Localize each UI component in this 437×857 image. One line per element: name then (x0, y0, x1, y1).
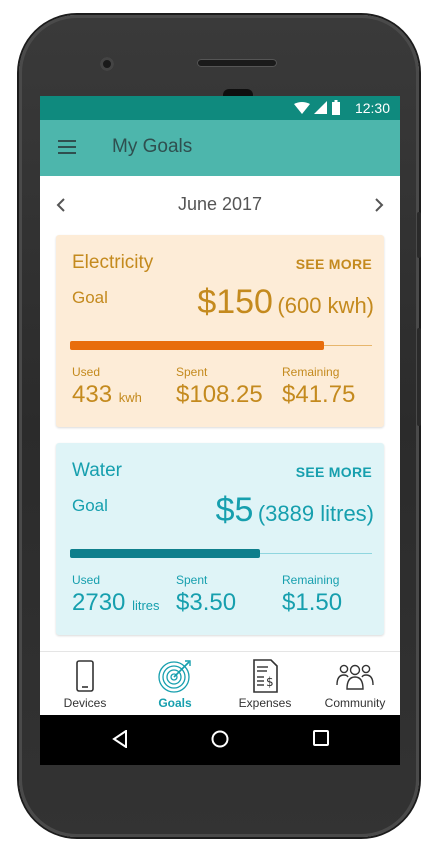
used-stat: Used 433 kwh (72, 365, 142, 409)
card-title: Water (72, 460, 122, 481)
front-camera (100, 57, 114, 71)
spent-value: $108.25 (176, 381, 263, 408)
used-unit: kwh (118, 390, 142, 405)
water-goal-card[interactable]: Water SEE MORE Goal $5 (3889 litres) Use… (56, 443, 384, 635)
status-bar: 12:30 (40, 96, 400, 120)
home-circle-icon[interactable] (211, 730, 229, 748)
spent-label: Spent (176, 365, 208, 379)
phone-device-icon (76, 660, 94, 692)
screen: 12:30 My Goals June 2017 Electricity SEE… (40, 96, 400, 765)
system-navigation-bar (40, 715, 400, 765)
spent-label: Spent (176, 573, 208, 587)
battery-icon (332, 100, 340, 115)
nav-label: Expenses (238, 696, 292, 710)
back-triangle-icon[interactable] (112, 730, 128, 748)
nav-devices[interactable]: Devices (40, 652, 130, 716)
recents-square-icon[interactable] (313, 730, 329, 746)
chevron-right-icon[interactable] (374, 198, 384, 212)
clock: 12:30 (354, 100, 390, 116)
progress-fill (70, 341, 324, 350)
progress-fill (70, 549, 260, 558)
card-title: Electricity (72, 252, 154, 273)
nav-community[interactable]: Community (310, 652, 400, 716)
remaining-stat: Remaining $1.50 (282, 573, 342, 617)
people-group-icon (336, 664, 374, 690)
spent-stat: Spent $108.25 (176, 365, 263, 409)
spent-stat: Spent $3.50 (176, 573, 236, 617)
goal-label: Goal (72, 288, 108, 307)
nav-label: Goals (158, 696, 192, 710)
spent-value: $3.50 (176, 589, 237, 616)
chevron-left-icon[interactable] (56, 198, 66, 212)
month-label: June 2017 (177, 194, 263, 214)
goal-value: $5 (3889 litres) (216, 491, 374, 530)
used-label: Used (72, 365, 101, 379)
app-bar: My Goals (40, 120, 400, 176)
goal-units: (600 kwh) (277, 293, 374, 318)
see-more-link[interactable]: SEE MORE (296, 256, 372, 272)
used-stat: Used 2730 litres (72, 573, 160, 617)
power-button (417, 328, 421, 426)
used-value: 433 (72, 381, 113, 408)
month-selector: June 2017 (40, 192, 400, 220)
nav-label: Community (324, 696, 386, 710)
remaining-stat: Remaining $41.75 (282, 365, 355, 409)
remaining-label: Remaining (282, 573, 340, 587)
see-more-link[interactable]: SEE MORE (296, 464, 372, 480)
page-title: My Goals (112, 136, 193, 157)
bottom-navigation: Devices Goals $ Expenses Community (40, 651, 400, 716)
nav-goals[interactable]: Goals (130, 652, 220, 716)
target-icon (158, 660, 191, 693)
signal-icon (314, 101, 327, 114)
goal-amount: $150 (197, 283, 273, 321)
used-label: Used (72, 573, 101, 587)
nav-expenses[interactable]: $ Expenses (220, 652, 310, 716)
remaining-value: $41.75 (282, 381, 356, 408)
volume-button (417, 212, 421, 258)
goal-amount: $5 (215, 491, 254, 529)
menu-icon[interactable] (58, 140, 76, 154)
goal-units: (3889 litres) (257, 501, 374, 526)
used-unit: litres (132, 598, 160, 613)
receipt-icon: $ (253, 659, 278, 693)
speaker-grille (197, 59, 277, 67)
remaining-label: Remaining (282, 365, 340, 379)
goal-value: $150 (600 kwh) (197, 283, 374, 322)
used-value: 2730 (72, 589, 126, 616)
svg-text:$: $ (266, 675, 274, 689)
nav-label: Devices (63, 696, 107, 710)
remaining-value: $1.50 (282, 589, 343, 616)
wifi-icon (294, 102, 310, 114)
goal-label: Goal (72, 496, 108, 515)
electricity-goal-card[interactable]: Electricity SEE MORE Goal $150 (600 kwh)… (56, 235, 384, 427)
